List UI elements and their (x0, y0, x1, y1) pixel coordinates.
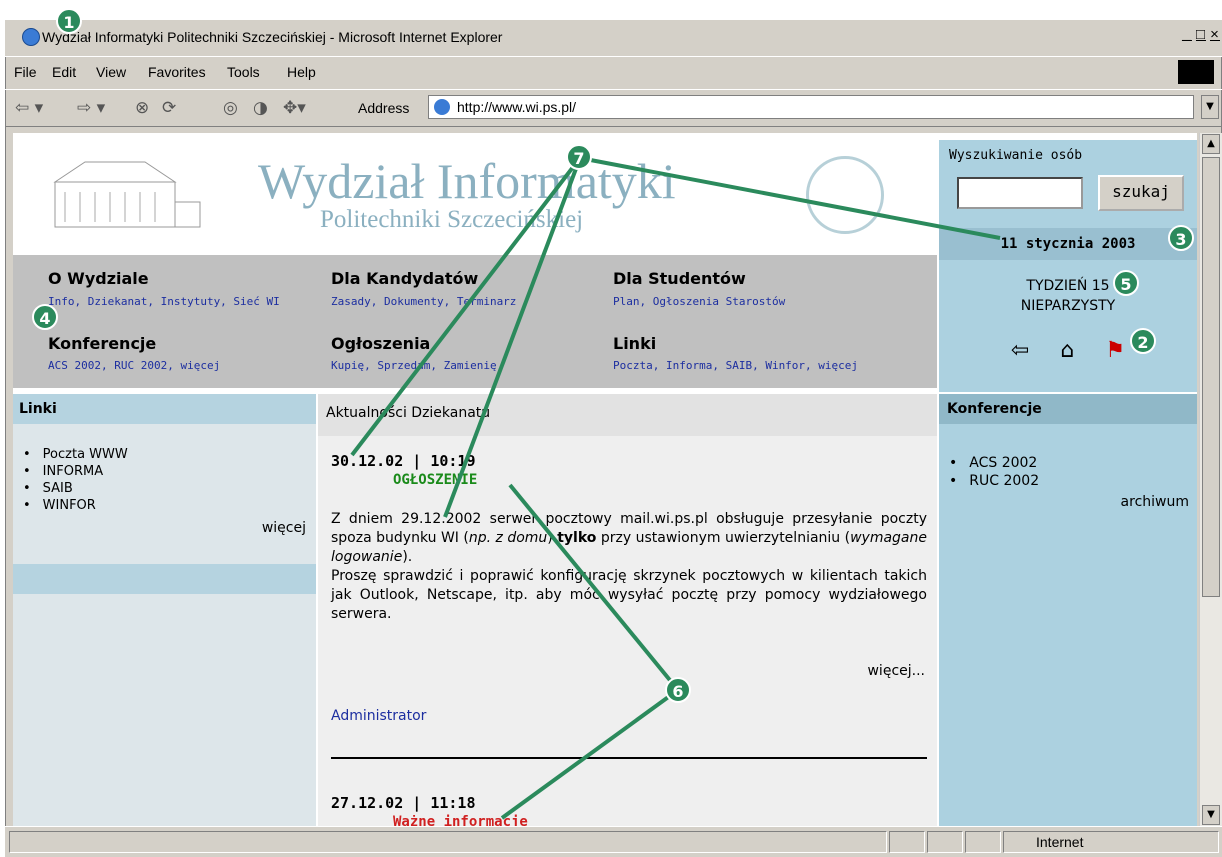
callout-3: 3 (1168, 225, 1194, 251)
callout-lines (350, 156, 1001, 820)
callout-2: 2 (1130, 328, 1156, 354)
callout-7: 7 (566, 144, 592, 170)
callout-1: 1 (56, 8, 82, 34)
callout-4: 4 (32, 304, 58, 330)
callout-6: 6 (665, 677, 691, 703)
callout-5: 5 (1113, 270, 1139, 296)
